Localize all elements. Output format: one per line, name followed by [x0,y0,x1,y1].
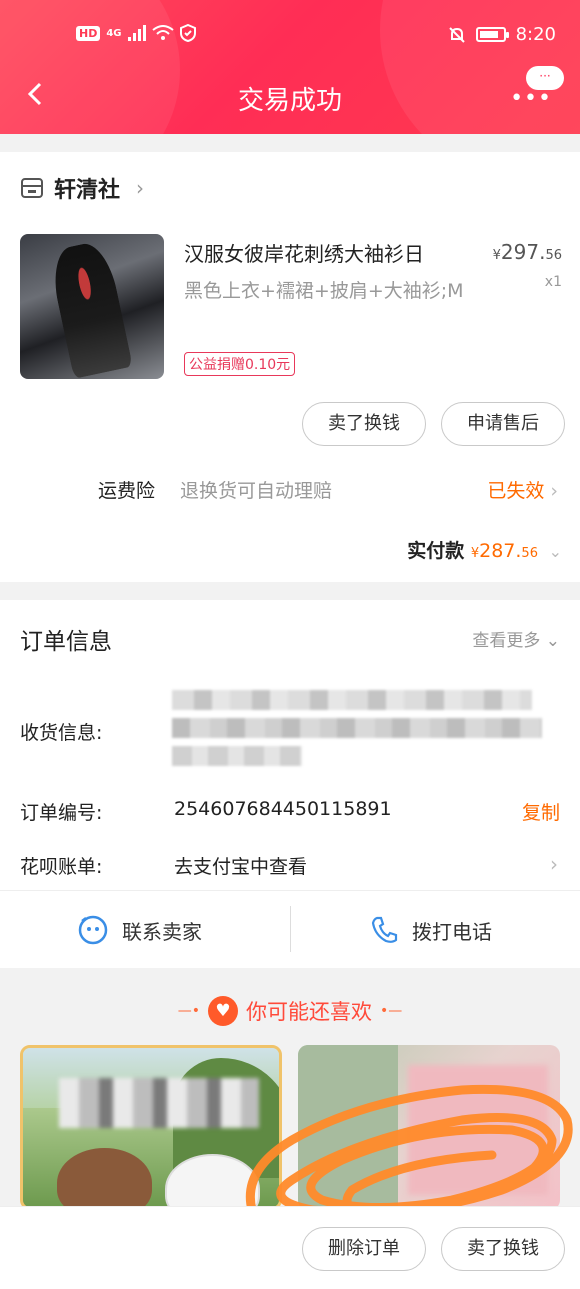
bottom-sell-button[interactable]: 卖了换钱 [441,1227,565,1271]
view-more-text: 查看更多 [472,631,541,651]
product-title[interactable]: 汉服女彼岸花刺绣大袖衫日 [184,238,474,267]
more-menu-button[interactable]: ··· ••• [510,66,564,111]
more-dots-icon: ••• [510,86,552,111]
paid-value: ¥287.56 [471,540,538,562]
price-main: 297. [500,240,546,264]
product-figure [47,239,133,379]
divider [0,890,580,891]
paid-amount[interactable]: 实付款 ¥287.56 ⌄ [407,536,562,563]
status-text: 已失效 [487,480,545,502]
product-image[interactable] [20,234,164,379]
address-redacted [172,686,542,770]
price-cents: 56 [545,248,562,263]
order-info-card: 订单信息 查看更多 ⌄ 收货信息: 订单编号: 2546076844501158… [0,600,580,968]
battery-icon [475,27,509,42]
huabei-link[interactable]: 去支付宝中查看 [174,852,307,879]
decoration-line: —• [177,1003,200,1019]
product-spec: 黑色上衣+襦裙+披肩+大袖衫;M [184,280,464,302]
order-number-label: 订单编号: [20,802,103,824]
charity-badge: 公益捐赠0.10元 [184,352,296,376]
decoration-line: •— [380,1003,403,1019]
status-bar: HD 4G 8:20 [0,0,580,70]
shield-icon [179,24,196,42]
chevron-down-icon: ⌄ [548,542,562,561]
product-price: ¥297.56 [493,240,562,264]
bottom-action-bar: 删除订单 卖了换钱 [0,1206,580,1289]
clock: 8:20 [515,24,556,45]
copy-button[interactable]: 复制 [522,798,560,825]
phone-icon [371,916,398,943]
page-title: 交易成功 [237,86,342,116]
order-info-title: 订单信息 [20,629,112,655]
huabei-label: 花呗账单: [20,856,103,878]
header: HD 4G 8:20 交易成功 ··· ••• [0,0,580,134]
contact-seller-button[interactable]: 联系卖家 [78,900,202,960]
bird-figure [57,1148,152,1207]
call-phone-button[interactable]: 拨打电话 [370,900,492,960]
view-more-link[interactable]: 查看更多 ⌄ [472,626,560,651]
recommend-header: —• ♥ 你可能还喜欢 •— [0,996,580,1026]
recommend-title: 你可能还喜欢 [246,1000,372,1024]
shipping-insurance-label: 运费险 [98,480,156,502]
shipping-insurance-status[interactable]: 已失效 › [487,476,558,503]
order-item-card: 轩清社 › 汉服女彼岸花刺绣大袖衫日 黑色上衣+襦裙+披肩+大袖衫;M ¥297… [0,152,580,582]
shop-name: 轩清社 [54,178,121,203]
currency-symbol: ¥ [470,546,480,561]
shipping-insurance-desc: 退换货可自动理赔 [180,480,333,502]
divider [290,906,291,952]
chevron-right-icon: › [136,176,145,200]
currency-symbol: ¥ [492,248,501,263]
wifi-icon [151,25,174,40]
hd-badge: HD [76,25,101,41]
signal-icon [127,25,146,41]
mute-bell-icon [448,26,465,43]
network-type: 4G [106,27,122,39]
chevron-right-icon: › [550,480,558,502]
paid-cents: 56 [521,546,538,561]
chevron-right-icon: › [550,852,558,876]
sell-button[interactable]: 卖了换钱 [302,402,426,446]
contact-seller-label: 联系卖家 [122,919,202,944]
paid-label: 实付款 [407,540,465,562]
heart-icon: ♥ [208,996,238,1026]
address-label: 收货信息: [20,722,103,744]
delete-order-button[interactable]: 删除订单 [302,1227,426,1271]
call-phone-label: 拨打电话 [412,919,492,944]
chat-face-icon [78,915,108,945]
store-icon [21,178,43,198]
after-sale-button[interactable]: 申请售后 [441,402,565,446]
order-number: 254607684450115891 [174,798,392,820]
shop-link[interactable]: 轩清社 › [20,172,144,204]
scribble-overlay [245,1084,573,1217]
chevron-down-icon: ⌄ [545,631,560,651]
product-quantity: x1 [544,274,562,290]
paid-main: 287. [479,540,522,562]
pixelated-text [59,1078,259,1128]
